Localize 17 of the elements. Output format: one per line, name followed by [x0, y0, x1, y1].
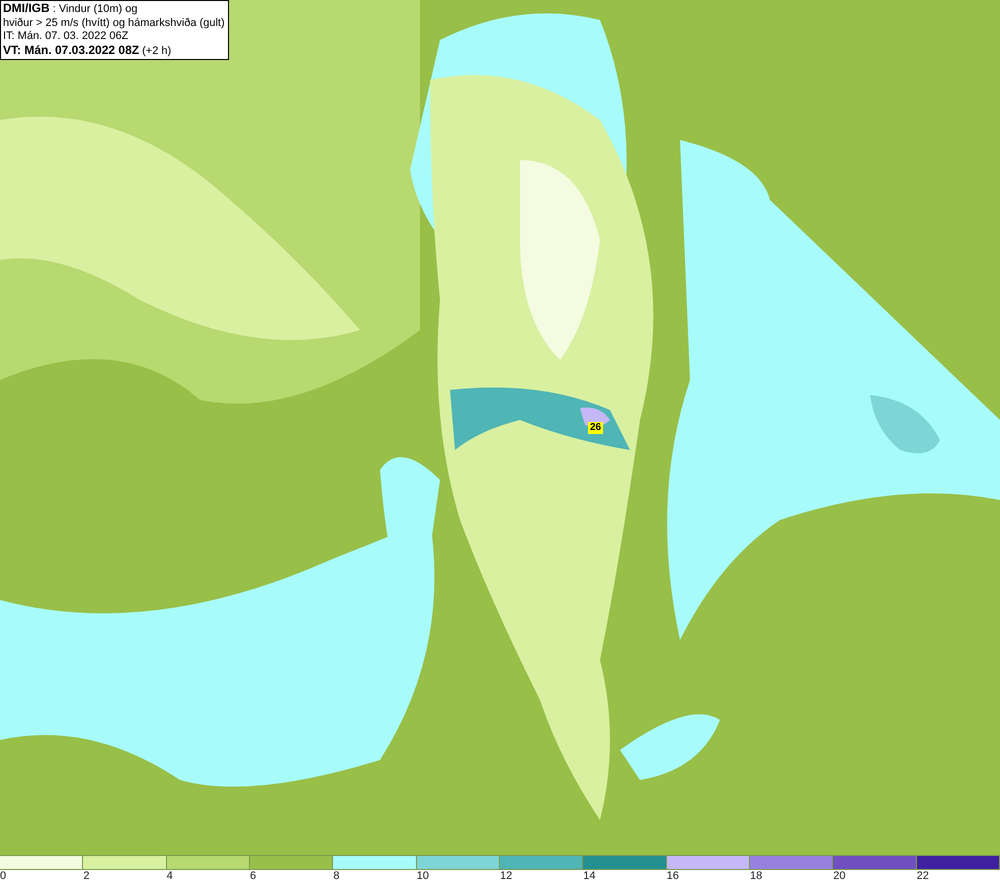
title-line: IT: Mán. 07. 03. 2022 06Z: [3, 30, 130, 44]
legend-label: 18: [750, 870, 762, 883]
legend-label: 12: [500, 870, 512, 883]
title-line: VT: Mán. 07.03.2022 08Z (+2 h): [3, 44, 172, 58]
title-line: hviður > 25 m/s (hvítt) og hámarkshviða (gult): [3, 16, 225, 30]
gust-marker: 26: [588, 422, 604, 434]
legend-label: 4: [166, 870, 173, 883]
legend-label: 22: [916, 870, 929, 883]
legend-label: 14: [583, 870, 596, 883]
legend-label: 2: [83, 870, 90, 883]
title-line: DMI/IGB : Vindur (10m) og: [3, 2, 139, 16]
legend-label: 0: [0, 870, 6, 883]
legend-label: 20: [833, 870, 846, 883]
legend-label: 16: [666, 870, 679, 883]
legend-label: 6: [250, 870, 256, 883]
legend-label: 10: [416, 870, 429, 883]
legend-label: 8: [333, 870, 340, 883]
